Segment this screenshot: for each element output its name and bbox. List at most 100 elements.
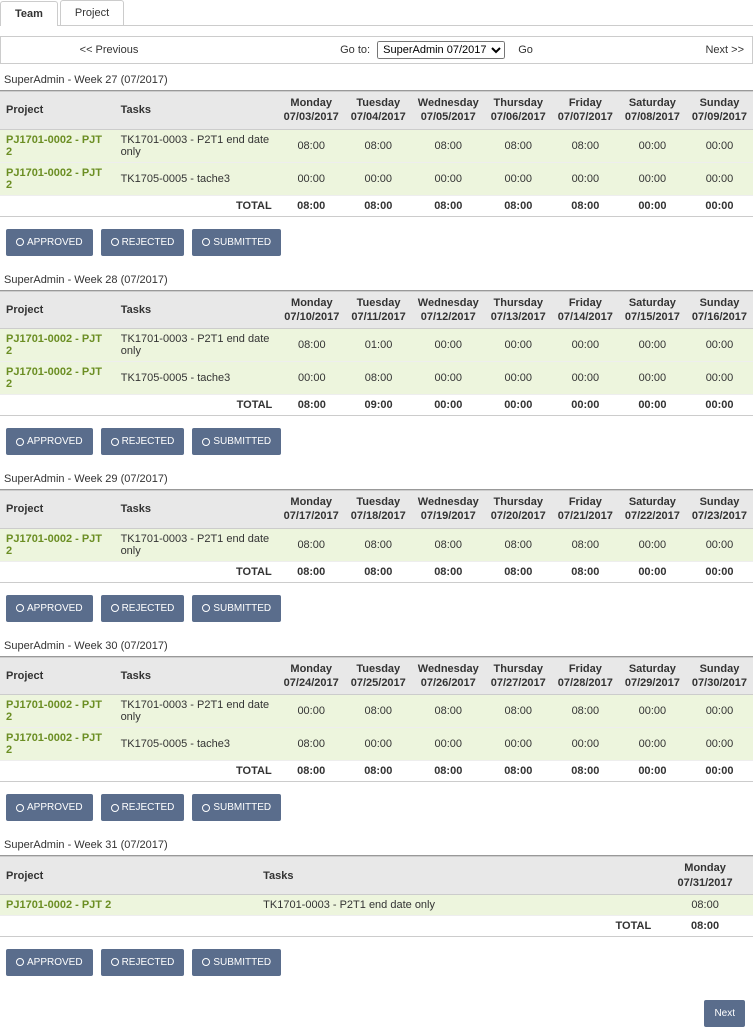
circle-icon bbox=[202, 958, 210, 966]
project-cell[interactable]: PJ1701-0002 - PJT 2 bbox=[0, 362, 115, 395]
next-link[interactable]: Next >> bbox=[664, 44, 744, 56]
hours-cell: 08:00 bbox=[485, 695, 552, 728]
task-cell: TK1701-0003 - P2T1 end date only bbox=[257, 894, 657, 915]
approved-button[interactable]: APPROVED bbox=[6, 229, 93, 256]
col-day: Tuesday07/11/2017 bbox=[345, 291, 411, 329]
approved-button[interactable]: APPROVED bbox=[6, 949, 93, 976]
timesheet-table: ProjectTasksMonday07/10/2017Tuesday07/11… bbox=[0, 291, 753, 417]
week-label: SuperAdmin - Week 30 (07/2017) bbox=[0, 638, 753, 654]
task-cell: TK1701-0003 - P2T1 end date only bbox=[115, 329, 279, 362]
submitted-button[interactable]: SUBMITTED bbox=[192, 794, 281, 821]
hours-cell: 00:00 bbox=[485, 362, 552, 395]
total-label: TOTAL bbox=[115, 395, 279, 416]
col-day: Sunday07/09/2017 bbox=[686, 92, 753, 130]
project-cell[interactable]: PJ1701-0002 - PJT 2 bbox=[0, 894, 257, 915]
total-cell: 08:00 bbox=[278, 395, 345, 416]
col-day: Sunday07/23/2017 bbox=[686, 491, 753, 529]
task-cell: TK1701-0003 - P2T1 end date only bbox=[115, 129, 278, 162]
hours-cell: 08:00 bbox=[345, 129, 412, 162]
hours-cell: 00:00 bbox=[686, 129, 753, 162]
table-row: PJ1701-0002 - PJT 2TK1701-0003 - P2T1 en… bbox=[0, 129, 753, 162]
goto-label: Go to: bbox=[340, 44, 370, 56]
submitted-button[interactable]: SUBMITTED bbox=[192, 428, 281, 455]
col-day: Saturday07/08/2017 bbox=[619, 92, 686, 130]
circle-icon bbox=[111, 238, 119, 246]
hours-cell: 08:00 bbox=[552, 129, 619, 162]
project-cell[interactable]: PJ1701-0002 - PJT 2 bbox=[0, 695, 115, 728]
rejected-button[interactable]: REJECTED bbox=[101, 428, 185, 455]
circle-icon bbox=[16, 958, 24, 966]
circle-icon bbox=[111, 804, 119, 812]
col-day: Thursday07/27/2017 bbox=[485, 657, 552, 695]
hours-cell: 08:00 bbox=[412, 695, 485, 728]
hours-cell: 00:00 bbox=[485, 162, 552, 195]
project-cell[interactable]: PJ1701-0002 - PJT 2 bbox=[0, 728, 115, 761]
tab-team[interactable]: Team bbox=[0, 1, 58, 26]
project-cell[interactable]: PJ1701-0002 - PJT 2 bbox=[0, 129, 115, 162]
next-page-button[interactable]: Next bbox=[704, 1000, 745, 1027]
total-cell: 08:00 bbox=[552, 561, 619, 582]
submitted-button[interactable]: SUBMITTED bbox=[192, 229, 281, 256]
project-cell[interactable]: PJ1701-0002 - PJT 2 bbox=[0, 329, 115, 362]
total-cell: 00:00 bbox=[619, 195, 686, 216]
col-project: Project bbox=[0, 657, 115, 695]
project-cell[interactable]: PJ1701-0002 - PJT 2 bbox=[0, 528, 115, 561]
total-label: TOTAL bbox=[257, 915, 657, 936]
action-row: APPROVED REJECTED SUBMITTED bbox=[0, 217, 753, 272]
go-button[interactable]: Go bbox=[518, 44, 533, 56]
tab-project[interactable]: Project bbox=[60, 0, 124, 25]
col-day: Sunday07/16/2017 bbox=[686, 291, 753, 329]
col-day: Saturday07/22/2017 bbox=[619, 491, 686, 529]
hours-cell: 08:00 bbox=[278, 528, 345, 561]
col-day: Monday07/03/2017 bbox=[278, 92, 345, 130]
rejected-button[interactable]: REJECTED bbox=[101, 595, 185, 622]
total-cell: 00:00 bbox=[552, 395, 619, 416]
project-cell[interactable]: PJ1701-0002 - PJT 2 bbox=[0, 162, 115, 195]
submitted-button[interactable]: SUBMITTED bbox=[192, 595, 281, 622]
action-row: APPROVED REJECTED SUBMITTED bbox=[0, 782, 753, 837]
total-cell: 00:00 bbox=[619, 561, 686, 582]
col-day: Monday07/17/2017 bbox=[278, 491, 345, 529]
table-row: PJ1701-0002 - PJT 2TK1705-0005 - tache30… bbox=[0, 728, 753, 761]
task-cell: TK1705-0005 - tache3 bbox=[115, 362, 279, 395]
total-cell: 00:00 bbox=[686, 395, 753, 416]
period-select[interactable]: SuperAdmin 07/2017 bbox=[377, 41, 505, 59]
task-cell: TK1701-0003 - P2T1 end date only bbox=[115, 695, 278, 728]
col-day: Wednesday07/05/2017 bbox=[412, 92, 485, 130]
hours-cell: 00:00 bbox=[412, 362, 485, 395]
total-cell: 08:00 bbox=[412, 561, 485, 582]
rejected-button[interactable]: REJECTED bbox=[101, 794, 185, 821]
total-cell: 08:00 bbox=[345, 195, 412, 216]
hours-cell: 00:00 bbox=[619, 329, 686, 362]
total-cell: 00:00 bbox=[619, 395, 686, 416]
table-row: PJ1701-0002 - PJT 2TK1705-0005 - tache30… bbox=[0, 162, 753, 195]
hours-cell: 00:00 bbox=[552, 362, 619, 395]
hours-cell: 00:00 bbox=[345, 162, 412, 195]
col-tasks: Tasks bbox=[257, 857, 657, 895]
hours-cell: 00:00 bbox=[686, 695, 753, 728]
total-cell: 08:00 bbox=[345, 561, 412, 582]
circle-icon bbox=[16, 238, 24, 246]
submitted-button[interactable]: SUBMITTED bbox=[192, 949, 281, 976]
hours-cell: 00:00 bbox=[552, 728, 619, 761]
col-day: Friday07/14/2017 bbox=[552, 291, 619, 329]
rejected-button[interactable]: REJECTED bbox=[101, 949, 185, 976]
col-project: Project bbox=[0, 291, 115, 329]
approved-button[interactable]: APPROVED bbox=[6, 595, 93, 622]
total-cell: 08:00 bbox=[485, 561, 552, 582]
total-cell: 08:00 bbox=[345, 761, 412, 782]
approved-button[interactable]: APPROVED bbox=[6, 794, 93, 821]
tab-bar: Team Project bbox=[0, 0, 753, 26]
hours-cell: 08:00 bbox=[657, 894, 753, 915]
hours-cell: 00:00 bbox=[686, 528, 753, 561]
rejected-button[interactable]: REJECTED bbox=[101, 229, 185, 256]
total-cell: 00:00 bbox=[686, 561, 753, 582]
total-cell: 08:00 bbox=[278, 761, 345, 782]
col-day: Friday07/07/2017 bbox=[552, 92, 619, 130]
circle-icon bbox=[16, 804, 24, 812]
approved-button[interactable]: APPROVED bbox=[6, 428, 93, 455]
timesheet-table: ProjectTasksMonday07/31/2017PJ1701-0002 … bbox=[0, 856, 753, 937]
prev-link[interactable]: << Previous bbox=[9, 44, 209, 56]
hours-cell: 08:00 bbox=[278, 329, 345, 362]
hours-cell: 00:00 bbox=[619, 362, 686, 395]
